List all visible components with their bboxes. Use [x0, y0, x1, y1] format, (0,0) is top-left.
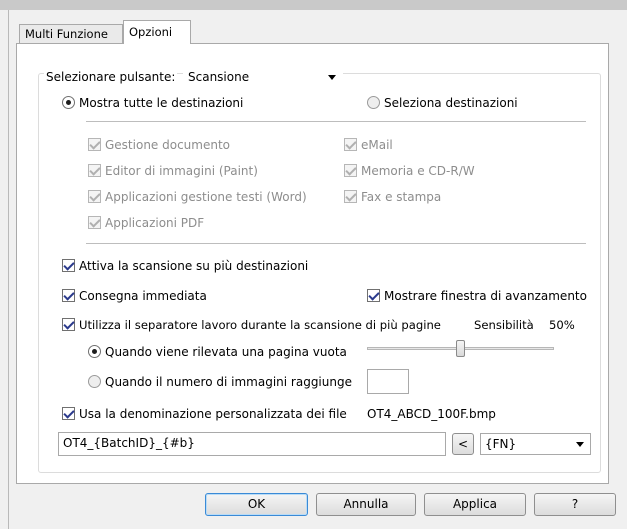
button-select-value: Scansione — [188, 70, 250, 84]
image-count-input[interactable] — [367, 369, 409, 394]
select-destinations-radio[interactable] — [367, 96, 380, 109]
custom-naming-checkbox[interactable] — [62, 407, 75, 420]
cancel-button[interactable]: Annulla — [316, 493, 416, 516]
separator — [86, 121, 586, 122]
ok-button[interactable]: OK — [205, 493, 308, 516]
token-select[interactable]: {FN} — [480, 433, 591, 455]
chevron-down-icon — [328, 75, 336, 80]
token-select-value: {FN} — [485, 437, 517, 451]
custom-naming-label: Usa la denominazione personalizzata dei … — [79, 407, 347, 421]
image-count-radio[interactable] — [88, 375, 101, 388]
dest-label-paint: Editor di immagini (Paint) — [105, 164, 258, 178]
left-edge — [0, 10, 9, 529]
image-count-label: Quando il numero di immagini raggiunge — [105, 375, 352, 389]
select-destinations-label: Seleziona destinazioni — [384, 96, 518, 110]
dest-label-email: eMail — [361, 138, 393, 152]
dest-checkbox-fax — [344, 190, 357, 203]
chevron-down-icon — [576, 442, 584, 447]
blank-page-label: Quando viene rilevata una pagina vuota — [105, 345, 347, 359]
separator — [86, 243, 586, 244]
dest-checkbox-cd — [344, 164, 357, 177]
dest-label-word: Applicazioni gestione testi (Word) — [105, 190, 307, 204]
dest-label-cd: Memoria e CD-R/W — [361, 164, 475, 178]
help-button[interactable]: ? — [534, 493, 616, 516]
progress-window-label: Mostrare finestra di avanzamento — [384, 289, 587, 303]
tab-multi-funzione[interactable]: Multi Funzione — [19, 24, 123, 43]
select-button-label: Selezionare pulsante: — [44, 69, 178, 85]
file-pattern-input[interactable]: OT4_{BatchID}_{#b} — [58, 432, 446, 456]
file-name-example: OT4_ABCD_100F.bmp — [367, 407, 496, 421]
insert-token-button[interactable]: < — [452, 433, 474, 455]
blank-page-radio[interactable] — [88, 345, 101, 358]
dest-label-fax: Fax e stampa — [361, 190, 442, 204]
dest-checkbox-paint — [88, 164, 101, 177]
immediate-delivery-label: Consegna immediata — [79, 289, 207, 303]
dest-checkbox-word — [88, 190, 101, 203]
progress-window-checkbox[interactable] — [367, 289, 380, 302]
tab-opzioni[interactable]: Opzioni — [123, 20, 191, 44]
sensitivity-slider-thumb[interactable] — [456, 340, 465, 357]
dest-label-pdf: Applicazioni PDF — [105, 216, 205, 230]
show-all-radio[interactable] — [62, 96, 75, 109]
dest-checkbox-pdf — [88, 216, 101, 229]
sensitivity-value: 50% — [549, 318, 575, 332]
button-select[interactable]: Scansione — [183, 67, 343, 87]
job-separator-checkbox[interactable] — [62, 318, 75, 331]
immediate-delivery-checkbox[interactable] — [62, 289, 75, 302]
multi-destination-checkbox[interactable] — [62, 259, 75, 272]
apply-button[interactable]: Applica — [424, 493, 526, 516]
dest-label-gestione: Gestione documento — [105, 138, 231, 152]
window-top-edge — [0, 0, 627, 10]
dest-checkbox-gestione — [88, 138, 101, 151]
dest-checkbox-email — [344, 138, 357, 151]
job-separator-label: Utilizza il separatore lavoro durante la… — [79, 318, 441, 332]
multi-destination-label: Attiva la scansione su più destinazioni — [79, 259, 309, 273]
show-all-label: Mostra tutte le destinazioni — [79, 96, 244, 110]
sensitivity-label: Sensibilità — [474, 318, 534, 332]
